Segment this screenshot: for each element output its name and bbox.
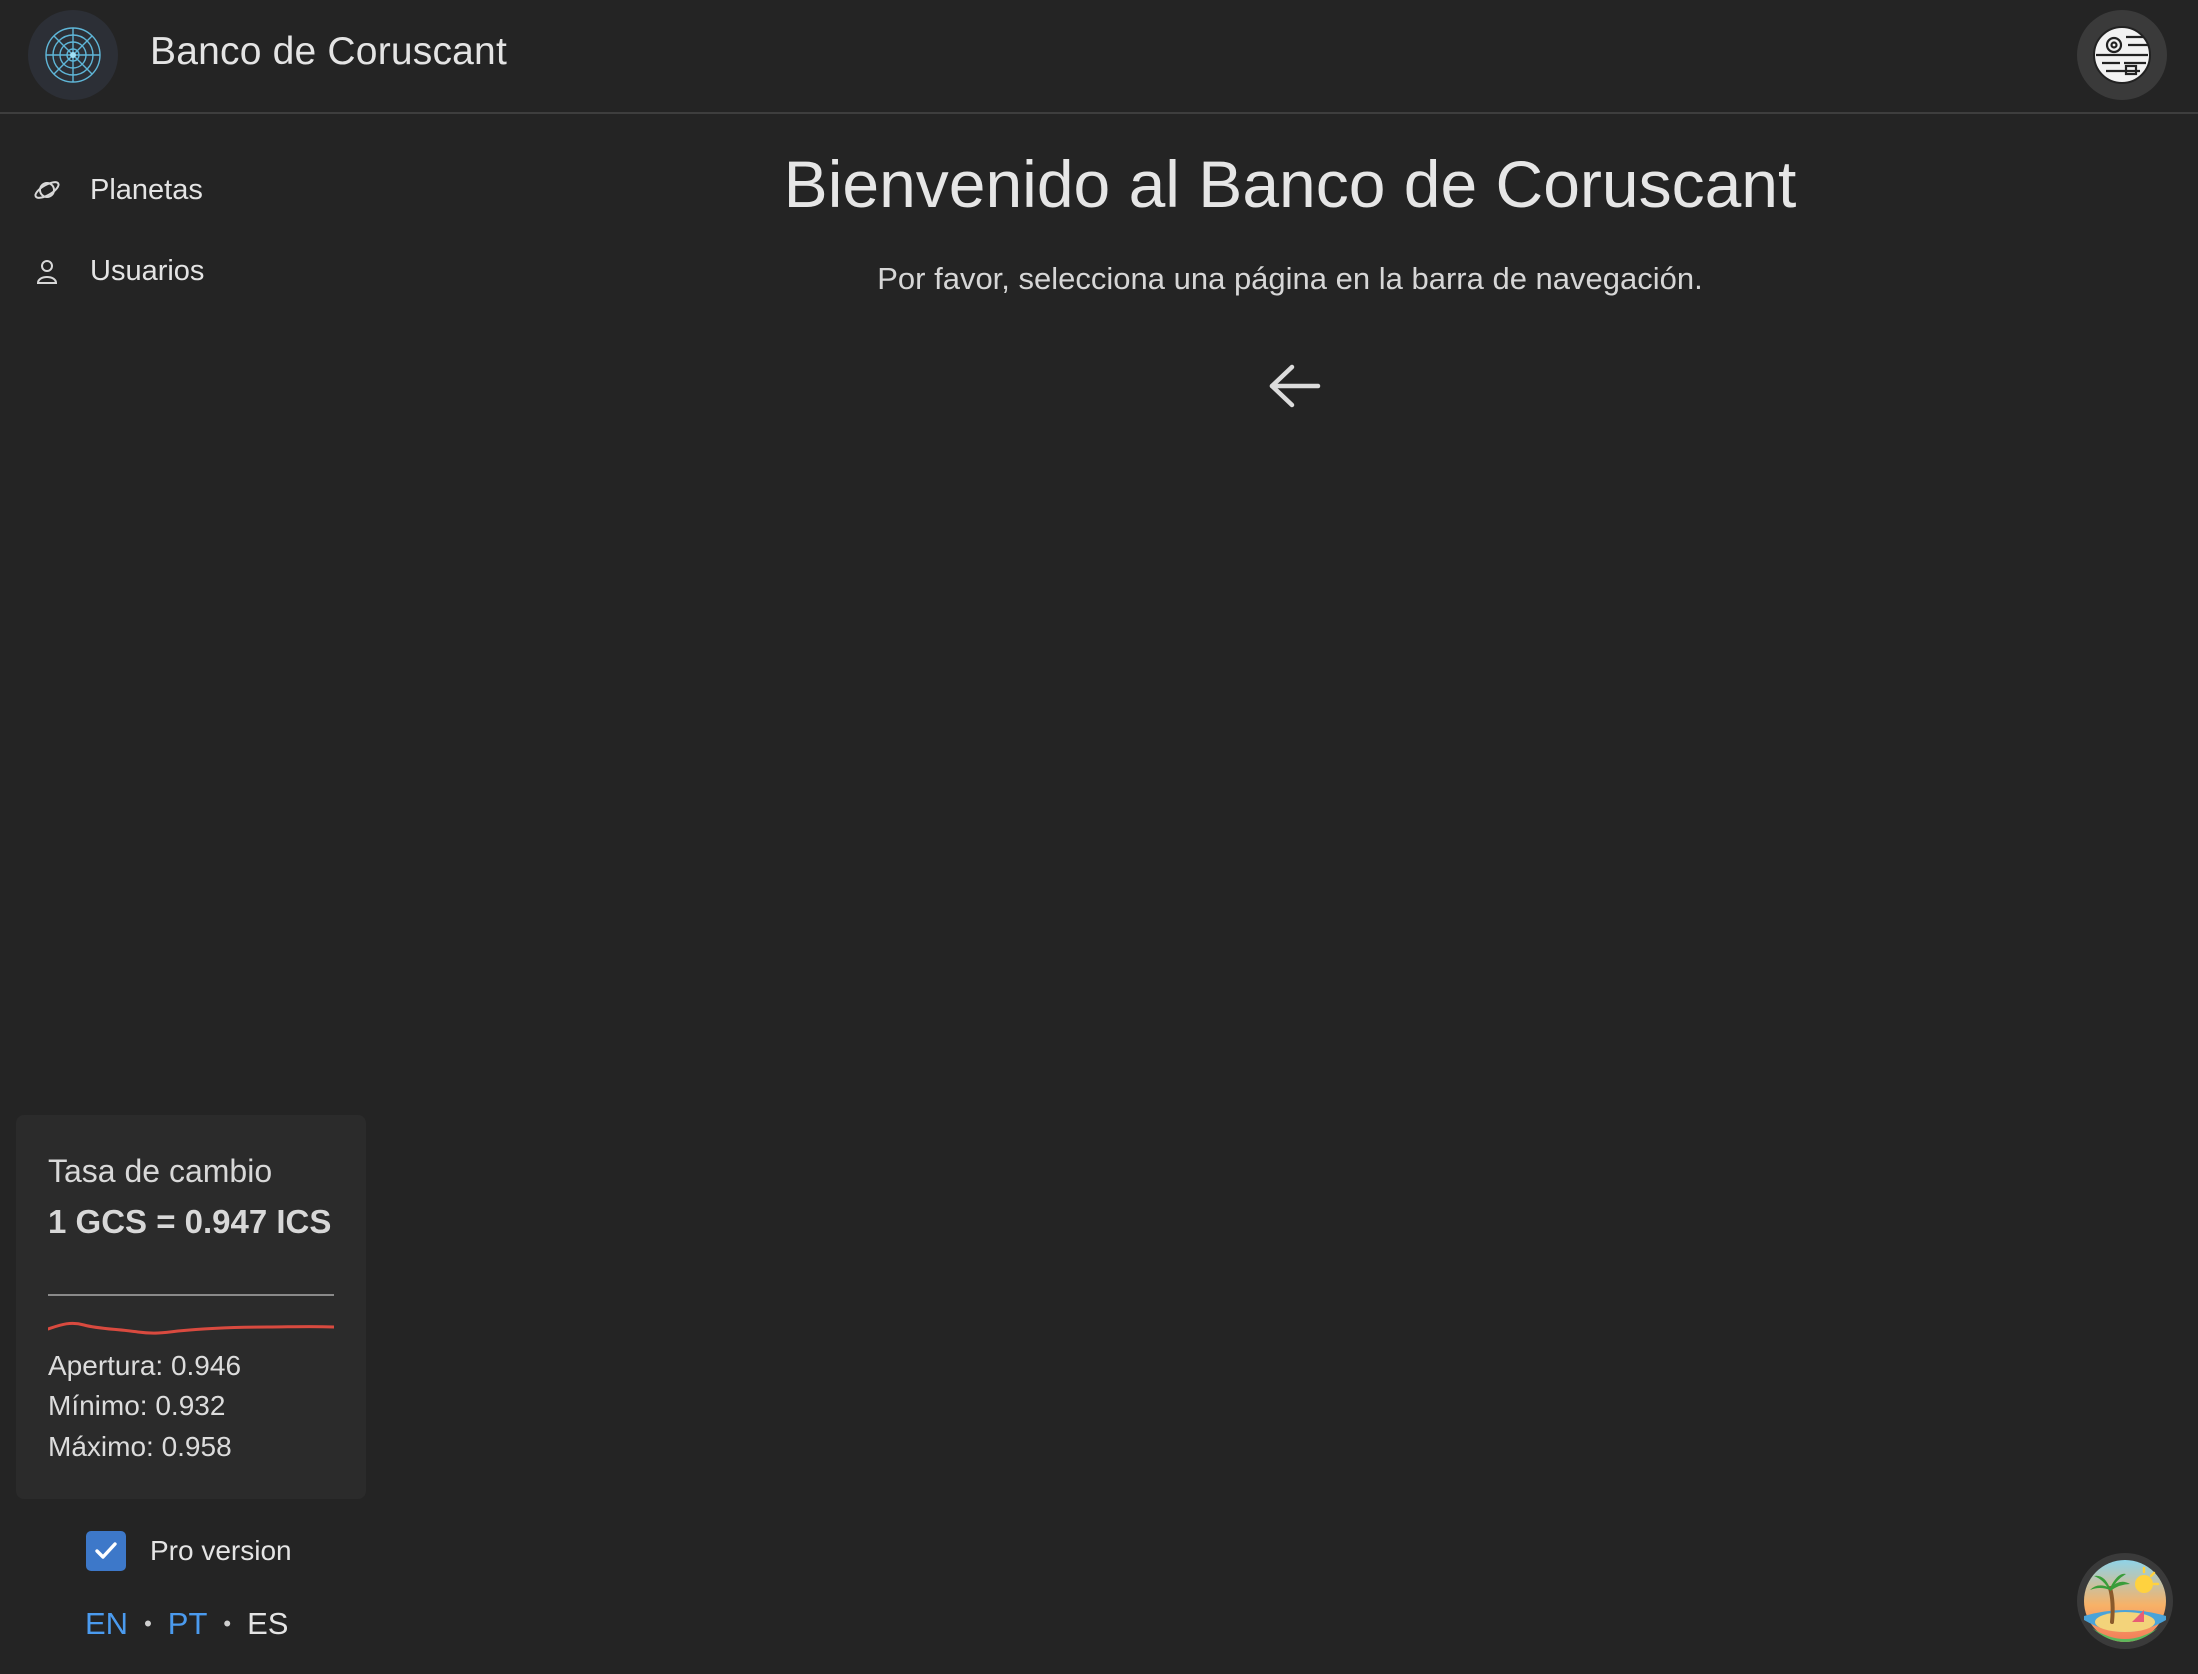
arrow-left-icon bbox=[1265, 356, 1325, 416]
death-star-avatar-icon[interactable] bbox=[2077, 10, 2167, 100]
user-icon bbox=[30, 254, 64, 288]
exchange-rate-card: Tasa de cambio 1 GCS = 0.947 ICS Apertur… bbox=[16, 1115, 366, 1499]
sidebar-item-label: Planetas bbox=[90, 173, 203, 206]
main-content: Bienvenido al Banco de Coruscant Por fav… bbox=[380, 116, 2198, 1674]
language-selector: EN • PT • ES bbox=[85, 1606, 288, 1642]
pro-version-toggle[interactable]: Pro version bbox=[86, 1530, 292, 1572]
exchange-rate-value: 1 GCS = 0.947 ICS bbox=[48, 1203, 332, 1240]
exchange-maximum: Máximo: 0.958 bbox=[48, 1431, 232, 1462]
pro-version-checkbox[interactable] bbox=[86, 1531, 126, 1571]
sidebar-item-planetas[interactable]: Planetas bbox=[30, 160, 203, 220]
checkmark-icon bbox=[95, 1542, 117, 1559]
tropical-island-icon[interactable] bbox=[2077, 1553, 2173, 1649]
app-title: Banco de Coruscant bbox=[150, 30, 507, 73]
language-separator: • bbox=[223, 1611, 232, 1636]
exchange-title: Tasa de cambio bbox=[48, 1153, 273, 1189]
exchange-trend-sparkline bbox=[48, 1321, 334, 1335]
exchange-minimum: Mínimo: 0.932 bbox=[48, 1390, 226, 1421]
language-pt[interactable]: PT bbox=[168, 1606, 208, 1642]
app-header: Banco de Coruscant bbox=[0, 0, 2198, 114]
planet-icon bbox=[30, 173, 64, 207]
sidebar-item-label: Usuarios bbox=[90, 254, 205, 287]
exchange-opening: Apertura: 0.946 bbox=[48, 1350, 242, 1381]
exchange-divider bbox=[48, 1294, 334, 1296]
language-es[interactable]: ES bbox=[247, 1606, 288, 1642]
language-en[interactable]: EN bbox=[85, 1606, 128, 1642]
sidebar-item-usuarios[interactable]: Usuarios bbox=[30, 241, 204, 301]
page-subtitle: Por favor, selecciona una página en la b… bbox=[877, 261, 1703, 296]
language-separator: • bbox=[144, 1611, 152, 1636]
spiderweb-logo-icon[interactable] bbox=[28, 10, 118, 100]
page-title: Bienvenido al Banco de Coruscant bbox=[783, 147, 1797, 221]
pro-version-label: Pro version bbox=[150, 1535, 292, 1566]
